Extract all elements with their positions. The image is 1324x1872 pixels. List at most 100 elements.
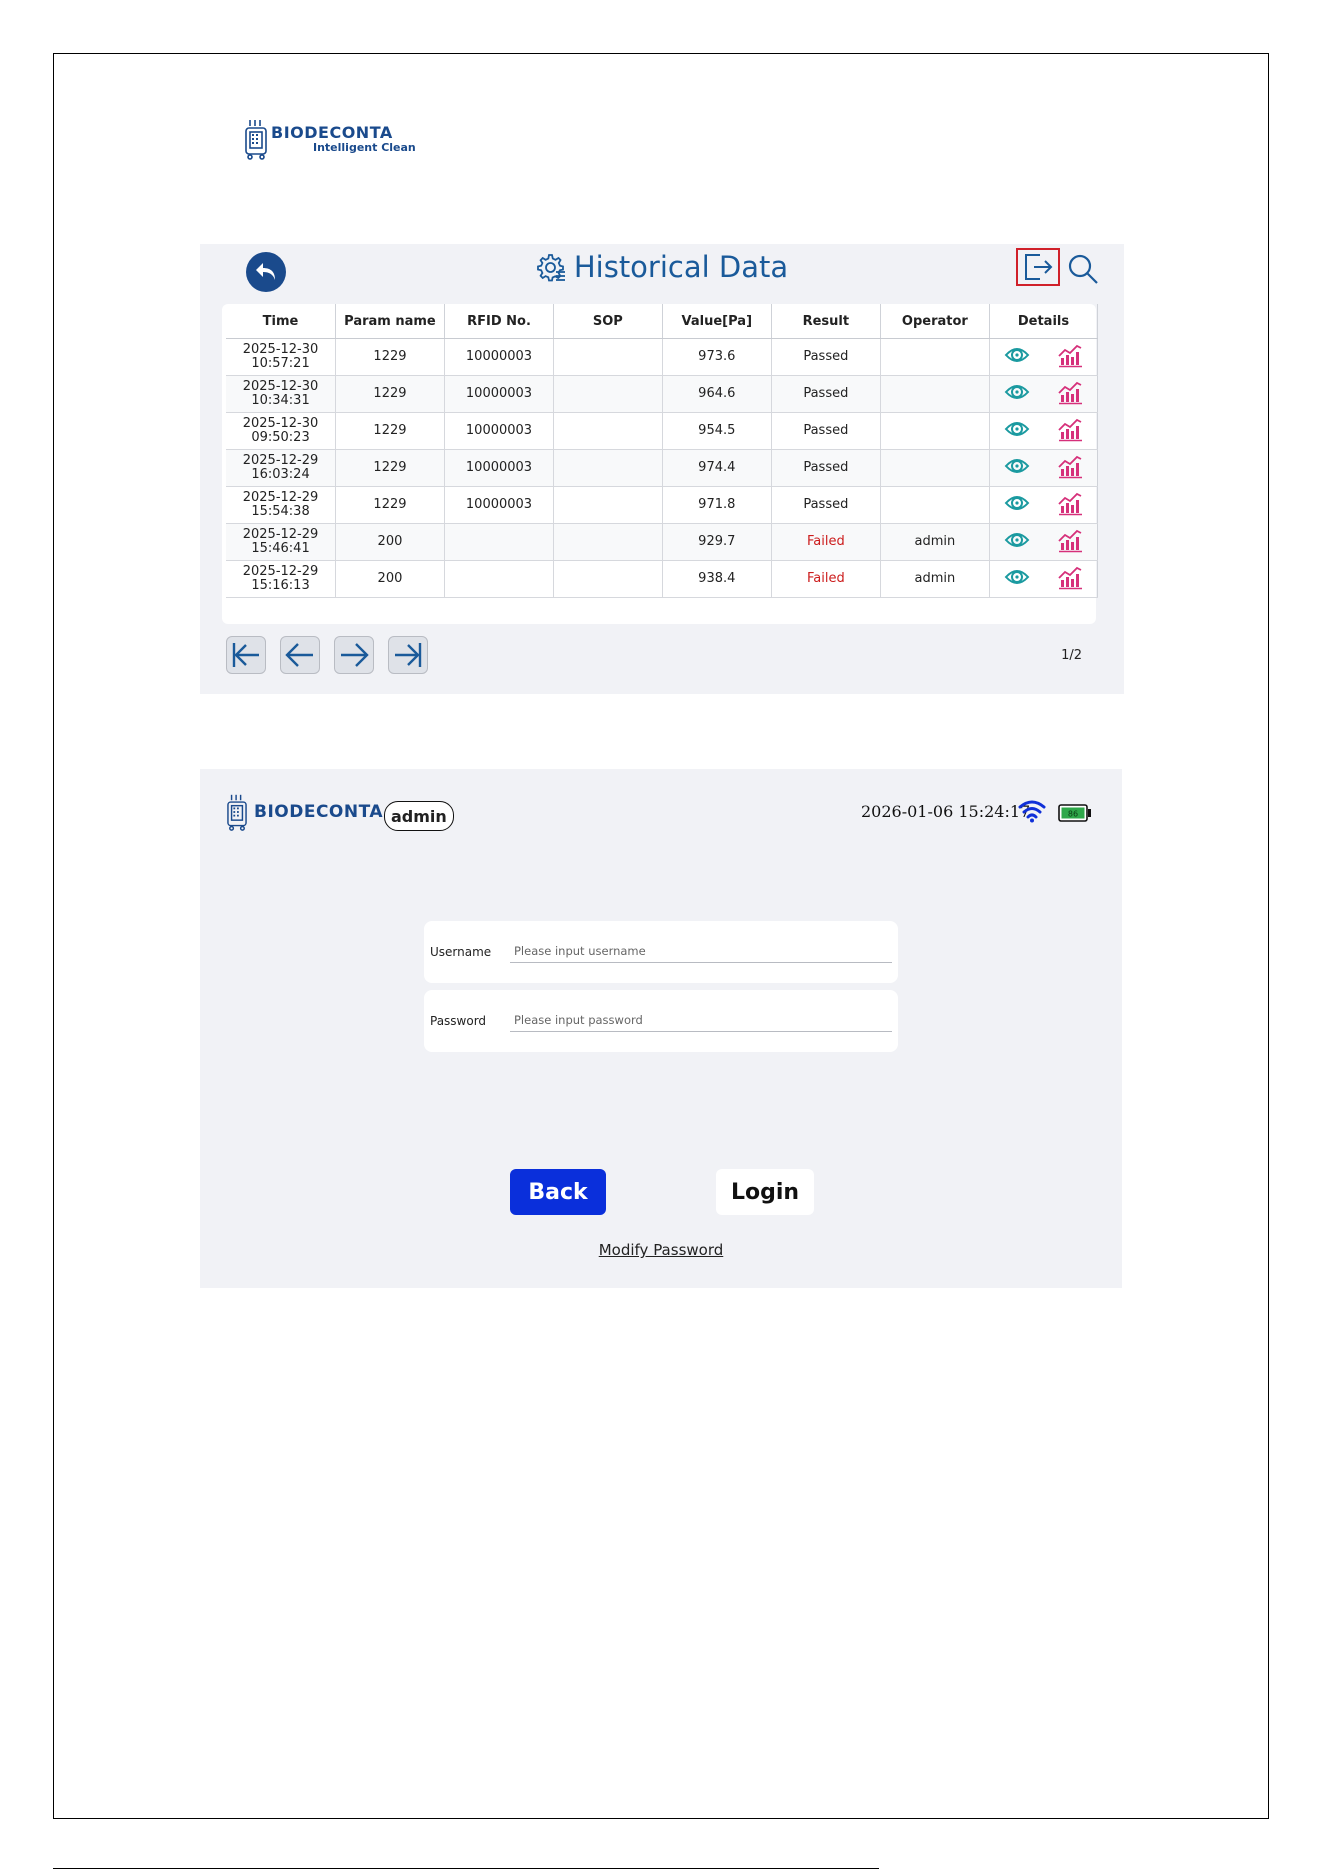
rfid-cell: 10000003 <box>444 449 555 487</box>
first-page-button[interactable] <box>226 636 266 674</box>
time-cell: 2025-12-30 10:34:31 <box>226 375 337 413</box>
result-cell: Failed <box>771 560 881 598</box>
last-page-button[interactable] <box>388 636 428 674</box>
operator-cell <box>880 412 990 450</box>
time-cell: 2025-12-30 10:57:21 <box>226 338 337 376</box>
param-name-cell: 200 <box>335 560 445 598</box>
operator-cell <box>880 338 990 376</box>
gear-list-icon <box>536 254 565 282</box>
result-cell: Failed <box>771 523 881 561</box>
result-cell: Passed <box>771 375 881 413</box>
rfid-cell <box>444 560 555 598</box>
column-header: Result <box>771 304 881 339</box>
chart-icon[interactable] <box>1057 453 1083 483</box>
chart-icon[interactable] <box>1057 379 1083 409</box>
value-cell: 929.7 <box>662 523 772 561</box>
arrow-left-icon <box>285 643 313 667</box>
time-clock: 15:46:41 <box>251 541 310 556</box>
time-date: 2025-12-30 <box>242 379 319 394</box>
table-header-row: Time Param name RFID No. SOP Value[Pa] R… <box>226 304 1099 339</box>
table-row: 2025-12-30 10:57:21 1229 10000003 973.6 Passe… <box>226 338 1099 376</box>
details-cell <box>989 338 1099 376</box>
details-cell <box>989 560 1099 598</box>
historical-data-screen: Historical Data Time Param name RFID No.… <box>200 244 1124 694</box>
view-eye-icon[interactable] <box>1004 564 1030 594</box>
column-header: Param name <box>335 304 445 339</box>
next-page-button[interactable] <box>334 636 374 674</box>
rfid-cell: 10000003 <box>444 375 555 413</box>
chart-icon[interactable] <box>1057 342 1083 372</box>
time-date: 2025-12-30 <box>242 342 319 357</box>
battery-icon: 86 <box>1058 804 1092 826</box>
view-eye-icon[interactable] <box>1004 490 1030 520</box>
view-eye-icon[interactable] <box>1004 342 1030 372</box>
value-cell: 974.4 <box>662 449 772 487</box>
value-cell: 938.4 <box>662 560 772 598</box>
history-table-container: Time Param name RFID No. SOP Value[Pa] R… <box>222 304 1099 624</box>
chart-icon[interactable] <box>1057 527 1083 557</box>
value-cell: 954.5 <box>662 412 772 450</box>
search-button[interactable] <box>1066 252 1100 286</box>
last-page-icon <box>395 643 422 667</box>
back-button[interactable]: Back <box>510 1169 606 1215</box>
time-date: 2025-12-29 <box>242 490 319 505</box>
username-input[interactable] <box>510 939 892 963</box>
operator-cell: admin <box>880 560 990 598</box>
view-eye-icon[interactable] <box>1004 379 1030 409</box>
password-label: Password <box>430 1014 487 1028</box>
column-header: Time <box>226 304 337 339</box>
param-name-cell: 1229 <box>335 412 445 450</box>
chart-icon[interactable] <box>1057 564 1083 594</box>
column-header: SOP <box>553 304 663 339</box>
param-name-cell: 1229 <box>335 338 445 376</box>
result-cell: Passed <box>771 449 881 487</box>
details-cell <box>989 486 1099 524</box>
sop-cell <box>553 375 663 413</box>
time-cell: 2025-12-29 16:03:24 <box>226 449 337 487</box>
details-cell <box>989 523 1099 561</box>
page-indicator: 1/2 <box>1061 648 1082 663</box>
chart-icon[interactable] <box>1057 416 1083 446</box>
password-input[interactable] <box>510 1008 892 1032</box>
pagination-controls <box>226 636 428 674</box>
operator-cell <box>880 486 990 524</box>
param-name-cell: 1229 <box>335 449 445 487</box>
export-button[interactable] <box>1016 248 1060 286</box>
operator-cell <box>880 375 990 413</box>
rfid-cell: 10000003 <box>444 486 555 524</box>
time-clock: 10:34:31 <box>251 393 310 408</box>
time-clock: 15:54:38 <box>251 504 310 519</box>
details-cell <box>989 449 1099 487</box>
document-logo: BIODECONTA Intelligent Clean <box>244 118 416 160</box>
time-cell: 2025-12-29 15:54:38 <box>226 486 337 524</box>
table-row: 2025-12-30 10:34:31 1229 10000003 964.6 Passe… <box>226 375 1099 413</box>
view-eye-icon[interactable] <box>1004 416 1030 446</box>
page-title: Historical Data <box>200 250 1124 284</box>
username-label: Username <box>430 945 492 959</box>
login-button[interactable]: Login <box>716 1169 814 1215</box>
result-cell: Passed <box>771 412 881 450</box>
sop-cell <box>553 338 663 376</box>
rfid-cell <box>444 523 555 561</box>
brand-name: BIODECONTA <box>254 802 384 822</box>
brand-tagline: Intelligent Clean <box>313 141 416 154</box>
view-eye-icon[interactable] <box>1004 527 1030 557</box>
sop-cell <box>553 486 663 524</box>
rfid-cell: 10000003 <box>444 338 555 376</box>
view-eye-icon[interactable] <box>1004 453 1030 483</box>
time-clock: 16:03:24 <box>251 467 310 482</box>
table-row: 2025-12-29 15:16:13 200 938.4 Failed admin <box>226 560 1099 598</box>
arrow-right-icon <box>341 643 369 667</box>
modify-password-link[interactable]: Modify Password <box>200 1241 1122 1259</box>
operator-cell: admin <box>880 523 990 561</box>
brand-name: BIODECONTA <box>271 123 393 142</box>
time-cell: 2025-12-30 09:50:23 <box>226 412 337 450</box>
header-logo: BIODECONTA <box>226 793 383 831</box>
sop-cell <box>553 412 663 450</box>
sop-cell <box>553 523 663 561</box>
column-header: Value[Pa] <box>662 304 772 339</box>
history-table: Time Param name RFID No. SOP Value[Pa] R… <box>226 304 1099 598</box>
chart-icon[interactable] <box>1057 490 1083 520</box>
value-cell: 973.6 <box>662 338 772 376</box>
previous-page-button[interactable] <box>280 636 320 674</box>
